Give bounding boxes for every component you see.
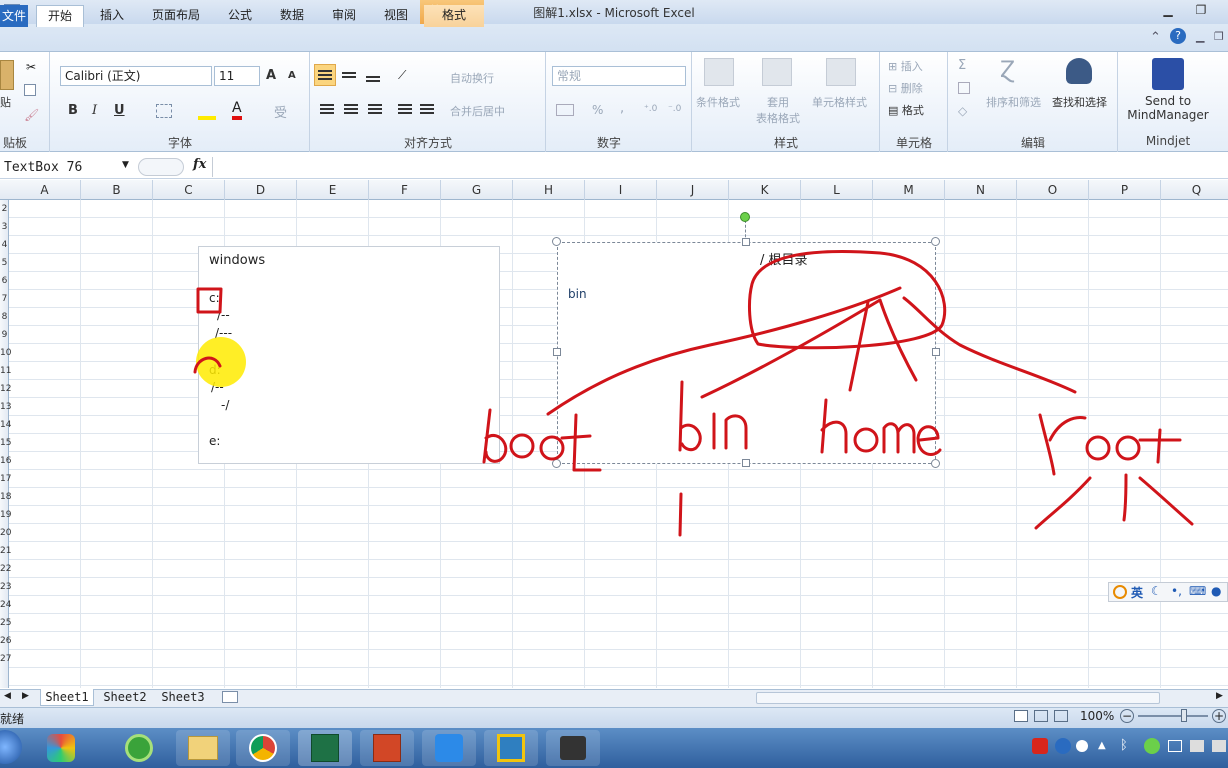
taskbar-ie[interactable] [112, 730, 166, 766]
ink-root-child-1 [1034, 476, 1092, 530]
ink-home-e [916, 425, 942, 456]
ime-language[interactable]: 英 [1131, 584, 1143, 601]
ink-boot-t-stem [572, 413, 602, 472]
ink-boot-t-bar [560, 434, 592, 440]
taskbar-app-1[interactable] [34, 730, 88, 766]
ink-bin-n [724, 414, 748, 450]
ink-boot-o1 [509, 433, 535, 459]
ime-punct-icon[interactable]: •, [1171, 584, 1182, 598]
tray-expand-icon[interactable]: ▲ [1098, 740, 1106, 751]
status-ready: 就绪 [0, 712, 25, 726]
chrome-icon [249, 734, 277, 762]
tray-bluetooth-icon[interactable]: ᛒ [1120, 738, 1128, 753]
ink-line-root [902, 296, 1077, 394]
zoom-slider-thumb[interactable] [1181, 709, 1187, 722]
tray-help-icon[interactable] [1055, 738, 1071, 754]
sheet-tab-sheet1[interactable]: Sheet1 [40, 689, 94, 706]
taskbar-wps[interactable] [422, 730, 476, 766]
ink-home-h [820, 398, 848, 454]
horizontal-scrollbar[interactable] [756, 692, 1160, 704]
window-app-icon [497, 734, 525, 762]
page-break-view-icon[interactable] [1054, 710, 1068, 722]
tray-network-icon[interactable] [1168, 740, 1182, 752]
ink-home-o [853, 427, 879, 453]
taskbar-explorer[interactable] [176, 730, 230, 766]
taskbar-powerpoint[interactable] [360, 730, 414, 766]
tray-volume-icon[interactable] [1212, 740, 1226, 752]
colorful-app-icon [47, 734, 75, 762]
ink-root-o1 [1085, 435, 1111, 461]
ink-bin-child [678, 492, 683, 537]
ime-logo-icon [1113, 585, 1127, 599]
taskbar-app-7[interactable] [484, 730, 538, 766]
scroll-right-icon[interactable]: ▶ [1216, 691, 1223, 701]
normal-view-icon[interactable] [1014, 710, 1028, 722]
ink-root-child-3 [1138, 476, 1194, 526]
insert-sheet-icon[interactable] [222, 691, 238, 703]
sheet-tab-sheet3[interactable]: Sheet3 [156, 689, 210, 706]
tray-flag-icon[interactable] [1190, 740, 1204, 752]
ink-annotations [193, 250, 1194, 537]
page-layout-view-icon[interactable] [1034, 710, 1048, 722]
ink-home-m [882, 422, 916, 454]
ink-root-child-2 [1122, 473, 1128, 522]
ink-bin-b-stem [678, 380, 684, 452]
ink-circle-c [196, 287, 223, 314]
ink-boot-o2 [539, 435, 565, 461]
sheet-nav-next-icon[interactable]: ▶ [22, 691, 29, 701]
zoom-out-button[interactable]: − [1120, 709, 1134, 723]
sheet-nav-first-icon[interactable]: ◀ [4, 691, 11, 701]
zoom-level[interactable]: 100% [1080, 709, 1114, 723]
tray-sogou-icon[interactable] [1032, 738, 1048, 754]
ink-root-r [1038, 413, 1087, 476]
ime-moon-icon[interactable]: ☾ [1151, 584, 1162, 598]
ime-keyboard-icon[interactable]: ⌨ [1189, 584, 1206, 598]
wps-icon [435, 734, 463, 762]
ink-boot-b-bowl [484, 434, 508, 463]
ink-root-circle [748, 250, 947, 350]
zoom-in-button[interactable]: + [1212, 709, 1226, 723]
ink-bin-b-bowl [679, 423, 702, 452]
excel-icon [311, 734, 339, 762]
powerpoint-icon [373, 734, 401, 762]
ie-icon [125, 734, 153, 762]
folder-icon [188, 736, 218, 760]
ink-mark-d [193, 356, 222, 374]
ime-user-icon[interactable]: ● [1211, 584, 1221, 598]
tray-app-icon[interactable] [1076, 740, 1088, 752]
ink-root-t [1138, 428, 1182, 464]
sheet-tab-sheet2[interactable]: Sheet2 [98, 689, 152, 706]
taskbar-excel[interactable] [298, 730, 352, 766]
taskbar-camera[interactable] [546, 730, 600, 766]
ink-root-o2 [1115, 435, 1141, 461]
ime-toolbar[interactable]: 英 ☾ •, ⌨ ● [1108, 582, 1228, 602]
camera-icon [560, 736, 586, 760]
ink-line-boot [546, 286, 902, 416]
zoom-slider-track[interactable] [1138, 715, 1208, 717]
tray-plus-icon[interactable] [1144, 738, 1160, 754]
taskbar-chrome[interactable] [236, 730, 290, 766]
